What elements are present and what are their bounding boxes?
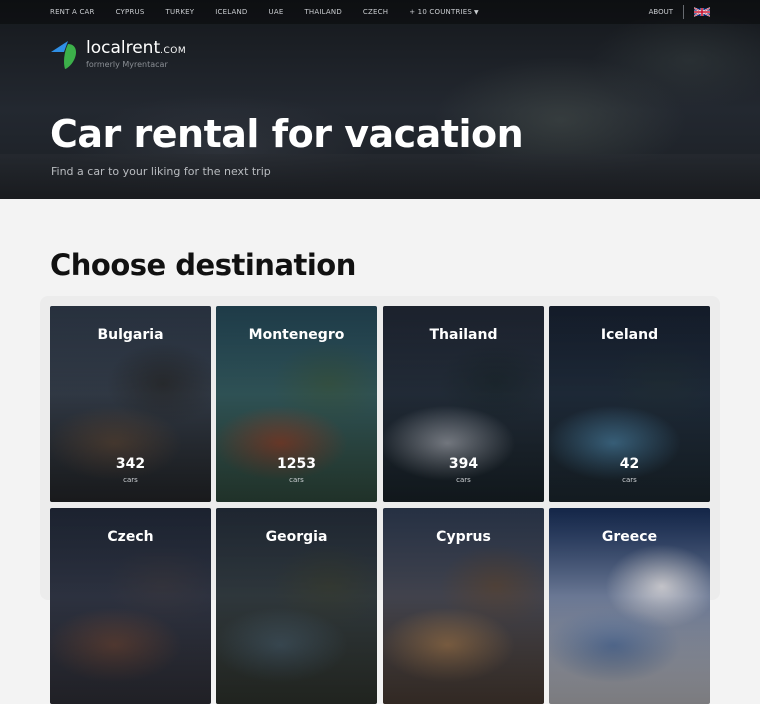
nav-item-cyprus[interactable]: CYPRUS (116, 8, 145, 16)
logo-tld: .COM (160, 46, 187, 56)
nav-item-czech[interactable]: CZECH (363, 8, 388, 16)
card-count: 42 (619, 456, 640, 472)
destination-card-iceland[interactable]: Iceland 42 cars (549, 306, 710, 502)
card-count: 1253 (277, 456, 316, 472)
nav-item-iceland[interactable]: ICELAND (215, 8, 247, 16)
nav-item-uae[interactable]: UAE (269, 8, 284, 16)
logo-subtitle: formerly Myrentacar (86, 60, 168, 69)
destination-card-cyprus[interactable]: Cyprus (383, 508, 544, 704)
uk-flag-icon[interactable] (694, 7, 710, 17)
logo[interactable]: localrent.COM formerly Myrentacar (50, 38, 186, 70)
hero-subtitle: Find a car to your liking for the next t… (51, 165, 271, 178)
destination-card-greece[interactable]: Greece (549, 508, 710, 704)
logo-text: localrent.COM formerly Myrentacar (86, 38, 186, 69)
nav-more-countries[interactable]: + 10 COUNTRIES ▼ (409, 8, 479, 16)
card-count: 342 (115, 456, 146, 472)
top-navigation: RENT A CAR CYPRUS TURKEY ICELAND UAE THA… (0, 0, 760, 24)
nav-more-label: + 10 COUNTRIES (409, 8, 473, 16)
card-title: Iceland (600, 327, 659, 343)
card-unit: cars (622, 476, 637, 484)
caret-down-icon: ▼ (474, 9, 479, 16)
nav-item-rent-a-car[interactable]: RENT A CAR (50, 8, 95, 16)
logo-name: localrent.COM (86, 38, 186, 61)
hero-banner: RENT A CAR CYPRUS TURKEY ICELAND UAE THA… (0, 0, 760, 199)
section-title: Choose destination (50, 248, 356, 282)
card-unit: cars (123, 476, 138, 484)
card-title: Cyprus (436, 529, 491, 545)
nav-item-turkey[interactable]: TURKEY (165, 8, 194, 16)
destination-card-georgia[interactable]: Georgia (216, 508, 377, 704)
card-title: Bulgaria (97, 327, 164, 343)
card-title: Montenegro (248, 327, 345, 343)
card-unit: cars (289, 476, 304, 484)
destination-card-thailand[interactable]: Thailand 394 cars (383, 306, 544, 502)
card-count: 394 (448, 456, 479, 472)
destination-card-bulgaria[interactable]: Bulgaria 342 cars (50, 306, 211, 502)
nav-right: ABOUT (649, 0, 710, 24)
nav-about[interactable]: ABOUT (649, 8, 673, 16)
destination-grid: Bulgaria 342 cars Montenegro 1253 cars T… (40, 296, 720, 704)
destination-card-montenegro[interactable]: Montenegro 1253 cars (216, 306, 377, 502)
card-title: Thailand (429, 327, 498, 343)
nav-item-thailand[interactable]: THAILAND (304, 8, 341, 16)
logo-brand: localrent (86, 38, 161, 58)
card-title: Georgia (265, 529, 328, 545)
destination-card-czech[interactable]: Czech (50, 508, 211, 704)
card-title: Czech (107, 529, 154, 545)
localrent-logo-icon (51, 41, 76, 69)
hero-title: Car rental for vacation (50, 112, 524, 156)
card-unit: cars (456, 476, 471, 484)
nav-separator (683, 5, 684, 19)
card-title: Greece (601, 529, 658, 545)
